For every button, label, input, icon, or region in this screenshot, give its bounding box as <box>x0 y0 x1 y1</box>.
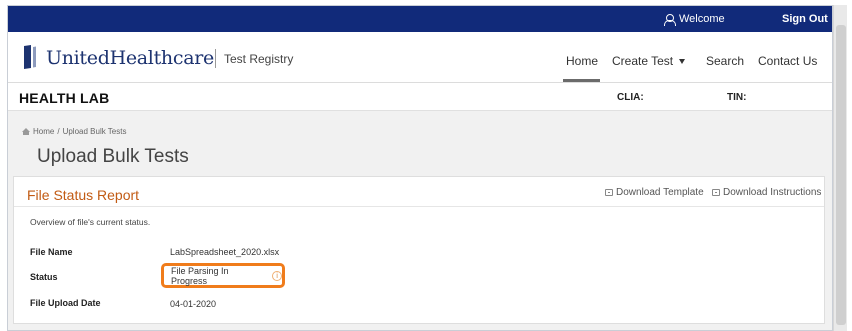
lab-info-bar: HEALTH LAB CLIA: TIN: <box>8 83 832 111</box>
home-icon <box>22 128 30 135</box>
nav-create-test-label: Create Test <box>612 54 674 68</box>
nav-contact-us[interactable]: Contact Us <box>758 54 817 68</box>
file-status-card: File Status Report Download Template Dow… <box>13 176 825 324</box>
clia-label: CLIA: <box>617 92 644 103</box>
download-instructions-link[interactable]: Download Instructions <box>712 187 821 198</box>
file-name-label: File Name <box>30 247 73 257</box>
download-template-label: Download Template <box>616 187 704 198</box>
scrollbar-thumb[interactable] <box>836 25 846 325</box>
tin-label: TIN: <box>727 92 747 103</box>
breadcrumb-separator: / <box>57 127 60 136</box>
breadcrumb: Home / Upload Bulk Tests <box>22 127 126 136</box>
nav-home[interactable]: Home <box>566 54 598 68</box>
vertical-scrollbar[interactable] <box>833 5 847 331</box>
brand-name[interactable]: UnitedHealthcare <box>46 47 214 69</box>
breadcrumb-current: Upload Bulk Tests <box>62 127 127 136</box>
caret-down-icon <box>679 58 686 64</box>
sign-out-link[interactable]: Sign Out <box>782 13 828 25</box>
site-header: UnitedHealthcare Test Registry Home Crea… <box>8 32 832 83</box>
download-icon <box>712 189 720 196</box>
status-value-highlight: File Parsing In Progress i <box>161 263 285 288</box>
status-value: File Parsing In Progress <box>171 265 229 286</box>
active-nav-indicator <box>563 79 600 82</box>
app-name: Test Registry <box>224 52 294 66</box>
brand-divider <box>215 49 216 68</box>
lab-name: HEALTH LAB <box>19 90 110 106</box>
nav-search[interactable]: Search <box>706 54 744 68</box>
card-header: File Status Report Download Template Dow… <box>14 177 824 207</box>
welcome-label: Welcome <box>679 13 725 25</box>
overview-text: Overview of file's current status. <box>30 217 151 227</box>
nav-create-test[interactable]: Create Test <box>612 54 686 68</box>
upload-date-value: 04-01-2020 <box>170 299 217 309</box>
breadcrumb-home[interactable]: Home <box>33 127 54 136</box>
info-icon[interactable]: i <box>272 270 282 281</box>
browser-viewport: Welcome Sign Out UnitedHealthcare Test R… <box>7 5 833 331</box>
brand-logo-icon <box>24 45 36 69</box>
welcome-menu[interactable]: Welcome <box>664 13 725 26</box>
top-utility-bar: Welcome Sign Out <box>8 6 832 32</box>
card-title: File Status Report <box>27 187 140 203</box>
file-name-value: LabSpreadsheet_2020.xlsx <box>170 247 280 257</box>
user-icon <box>664 13 676 26</box>
upload-date-label: File Upload Date <box>30 298 101 308</box>
status-label: Status <box>30 272 58 282</box>
download-instructions-label: Download Instructions <box>723 187 822 198</box>
page-title: Upload Bulk Tests <box>37 146 189 167</box>
download-template-link[interactable]: Download Template <box>605 187 704 198</box>
download-icon <box>605 189 613 196</box>
